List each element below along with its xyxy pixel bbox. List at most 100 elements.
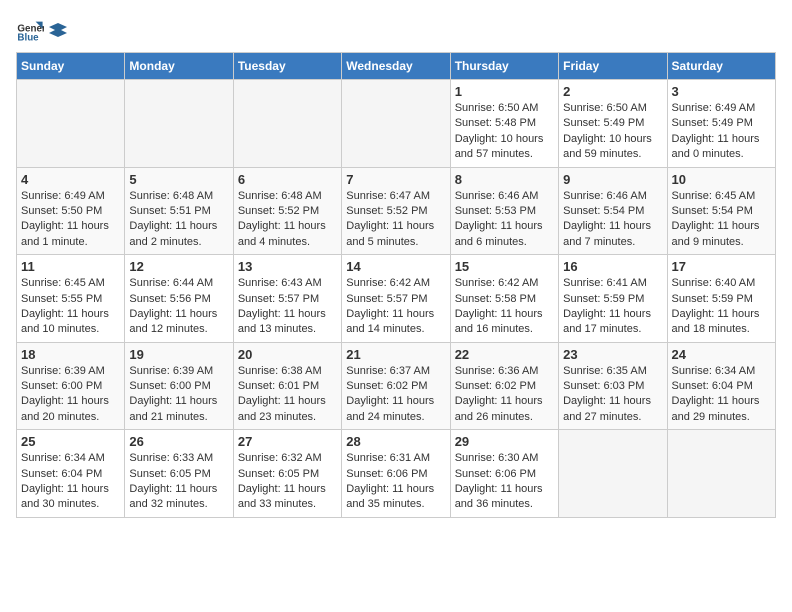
calendar-cell: [342, 80, 450, 168]
day-number: 24: [672, 347, 771, 362]
calendar-week-row: 1 Sunrise: 6:50 AM Sunset: 5:48 PM Daylig…: [17, 80, 776, 168]
calendar-cell: 8 Sunrise: 6:46 AM Sunset: 5:53 PM Daylig…: [450, 167, 558, 255]
day-number: 12: [129, 259, 228, 274]
day-number: 6: [238, 172, 337, 187]
calendar-cell: 1 Sunrise: 6:50 AM Sunset: 5:48 PM Daylig…: [450, 80, 558, 168]
day-number: 16: [563, 259, 662, 274]
day-info: Sunrise: 6:48 AM Sunset: 5:51 PM Dayligh…: [129, 189, 228, 251]
day-info: Sunrise: 6:36 AM Sunset: 6:02 PM Dayligh…: [455, 364, 554, 426]
day-number: 10: [672, 172, 771, 187]
day-number: 25: [21, 434, 120, 449]
calendar-cell: 19 Sunrise: 6:39 AM Sunset: 6:00 PM Dayli…: [125, 342, 233, 430]
column-header-friday: Friday: [559, 53, 667, 80]
column-header-monday: Monday: [125, 53, 233, 80]
day-number: 1: [455, 84, 554, 99]
day-number: 2: [563, 84, 662, 99]
calendar-cell: 26 Sunrise: 6:33 AM Sunset: 6:05 PM Dayli…: [125, 430, 233, 518]
calendar-cell: 28 Sunrise: 6:31 AM Sunset: 6:06 PM Dayli…: [342, 430, 450, 518]
day-info: Sunrise: 6:46 AM Sunset: 5:54 PM Dayligh…: [563, 189, 662, 251]
day-info: Sunrise: 6:34 AM Sunset: 6:04 PM Dayligh…: [21, 451, 120, 513]
calendar-cell: 29 Sunrise: 6:30 AM Sunset: 6:06 PM Dayli…: [450, 430, 558, 518]
day-number: 19: [129, 347, 228, 362]
logo-icon: General Blue: [16, 16, 44, 44]
day-info: Sunrise: 6:42 AM Sunset: 5:58 PM Dayligh…: [455, 276, 554, 338]
column-header-sunday: Sunday: [17, 53, 125, 80]
header: General Blue: [16, 16, 776, 44]
day-info: Sunrise: 6:49 AM Sunset: 5:49 PM Dayligh…: [672, 101, 771, 163]
calendar-cell: 5 Sunrise: 6:48 AM Sunset: 5:51 PM Daylig…: [125, 167, 233, 255]
day-info: Sunrise: 6:38 AM Sunset: 6:01 PM Dayligh…: [238, 364, 337, 426]
calendar-cell: 23Sunrise: 6:35 AM Sunset: 6:03 PM Dayli…: [559, 342, 667, 430]
day-number: 13: [238, 259, 337, 274]
day-info: Sunrise: 6:42 AM Sunset: 5:57 PM Dayligh…: [346, 276, 445, 338]
day-info: Sunrise: 6:34 AM Sunset: 6:04 PM Dayligh…: [672, 364, 771, 426]
day-number: 18: [21, 347, 120, 362]
calendar-cell: 17Sunrise: 6:40 AM Sunset: 5:59 PM Dayli…: [667, 255, 775, 343]
calendar-week-row: 11 Sunrise: 6:45 AM Sunset: 5:55 PM Dayli…: [17, 255, 776, 343]
day-info: Sunrise: 6:47 AM Sunset: 5:52 PM Dayligh…: [346, 189, 445, 251]
day-number: 5: [129, 172, 228, 187]
day-info: Sunrise: 6:37 AM Sunset: 6:02 PM Dayligh…: [346, 364, 445, 426]
day-info: Sunrise: 6:50 AM Sunset: 5:48 PM Dayligh…: [455, 101, 554, 163]
calendar-cell: [233, 80, 341, 168]
day-number: 8: [455, 172, 554, 187]
calendar-cell: 13 Sunrise: 6:43 AM Sunset: 5:57 PM Dayli…: [233, 255, 341, 343]
day-number: 7: [346, 172, 445, 187]
calendar-cell: 27Sunrise: 6:32 AM Sunset: 6:05 PM Dayli…: [233, 430, 341, 518]
calendar-body: 1 Sunrise: 6:50 AM Sunset: 5:48 PM Daylig…: [17, 80, 776, 518]
day-number: 21: [346, 347, 445, 362]
day-info: Sunrise: 6:33 AM Sunset: 6:05 PM Dayligh…: [129, 451, 228, 513]
logo: General Blue: [16, 16, 68, 44]
calendar-cell: 4Sunrise: 6:49 AM Sunset: 5:50 PM Daylig…: [17, 167, 125, 255]
calendar-cell: [125, 80, 233, 168]
day-number: 15: [455, 259, 554, 274]
day-number: 4: [21, 172, 120, 187]
calendar-cell: 6Sunrise: 6:48 AM Sunset: 5:52 PM Daylig…: [233, 167, 341, 255]
day-number: 28: [346, 434, 445, 449]
calendar-cell: 21 Sunrise: 6:37 AM Sunset: 6:02 PM Dayli…: [342, 342, 450, 430]
day-number: 29: [455, 434, 554, 449]
calendar-cell: 9 Sunrise: 6:46 AM Sunset: 5:54 PM Daylig…: [559, 167, 667, 255]
calendar-cell: [17, 80, 125, 168]
day-info: Sunrise: 6:32 AM Sunset: 6:05 PM Dayligh…: [238, 451, 337, 513]
calendar-cell: [559, 430, 667, 518]
day-number: 9: [563, 172, 662, 187]
calendar-cell: 24 Sunrise: 6:34 AM Sunset: 6:04 PM Dayli…: [667, 342, 775, 430]
day-info: Sunrise: 6:31 AM Sunset: 6:06 PM Dayligh…: [346, 451, 445, 513]
day-number: 22: [455, 347, 554, 362]
calendar-week-row: 25 Sunrise: 6:34 AM Sunset: 6:04 PM Dayli…: [17, 430, 776, 518]
calendar-cell: 3 Sunrise: 6:49 AM Sunset: 5:49 PM Daylig…: [667, 80, 775, 168]
calendar-week-row: 4Sunrise: 6:49 AM Sunset: 5:50 PM Daylig…: [17, 167, 776, 255]
calendar-cell: 15 Sunrise: 6:42 AM Sunset: 5:58 PM Dayli…: [450, 255, 558, 343]
column-header-saturday: Saturday: [667, 53, 775, 80]
svg-text:Blue: Blue: [17, 33, 39, 44]
day-info: Sunrise: 6:40 AM Sunset: 5:59 PM Dayligh…: [672, 276, 771, 338]
calendar-week-row: 18 Sunrise: 6:39 AM Sunset: 6:00 PM Dayli…: [17, 342, 776, 430]
day-info: Sunrise: 6:43 AM Sunset: 5:57 PM Dayligh…: [238, 276, 337, 338]
day-info: Sunrise: 6:45 AM Sunset: 5:54 PM Dayligh…: [672, 189, 771, 251]
day-number: 20: [238, 347, 337, 362]
calendar-cell: 16 Sunrise: 6:41 AM Sunset: 5:59 PM Dayli…: [559, 255, 667, 343]
day-number: 3: [672, 84, 771, 99]
day-info: Sunrise: 6:45 AM Sunset: 5:55 PM Dayligh…: [21, 276, 120, 338]
calendar-cell: 22 Sunrise: 6:36 AM Sunset: 6:02 PM Dayli…: [450, 342, 558, 430]
day-info: Sunrise: 6:39 AM Sunset: 6:00 PM Dayligh…: [129, 364, 228, 426]
day-number: 26: [129, 434, 228, 449]
calendar-cell: 20 Sunrise: 6:38 AM Sunset: 6:01 PM Dayli…: [233, 342, 341, 430]
day-info: Sunrise: 6:39 AM Sunset: 6:00 PM Dayligh…: [21, 364, 120, 426]
day-number: 11: [21, 259, 120, 274]
calendar-cell: 7 Sunrise: 6:47 AM Sunset: 5:52 PM Daylig…: [342, 167, 450, 255]
calendar-table: SundayMondayTuesdayWednesdayThursdayFrid…: [16, 52, 776, 518]
day-info: Sunrise: 6:35 AM Sunset: 6:03 PM Dayligh…: [563, 364, 662, 426]
calendar-cell: 18 Sunrise: 6:39 AM Sunset: 6:00 PM Dayli…: [17, 342, 125, 430]
calendar-cell: 2 Sunrise: 6:50 AM Sunset: 5:49 PM Daylig…: [559, 80, 667, 168]
calendar-cell: 12Sunrise: 6:44 AM Sunset: 5:56 PM Dayli…: [125, 255, 233, 343]
column-header-thursday: Thursday: [450, 53, 558, 80]
day-info: Sunrise: 6:46 AM Sunset: 5:53 PM Dayligh…: [455, 189, 554, 251]
column-header-wednesday: Wednesday: [342, 53, 450, 80]
day-info: Sunrise: 6:30 AM Sunset: 6:06 PM Dayligh…: [455, 451, 554, 513]
day-info: Sunrise: 6:41 AM Sunset: 5:59 PM Dayligh…: [563, 276, 662, 338]
day-number: 14: [346, 259, 445, 274]
day-info: Sunrise: 6:50 AM Sunset: 5:49 PM Dayligh…: [563, 101, 662, 163]
calendar-cell: 14 Sunrise: 6:42 AM Sunset: 5:57 PM Dayli…: [342, 255, 450, 343]
